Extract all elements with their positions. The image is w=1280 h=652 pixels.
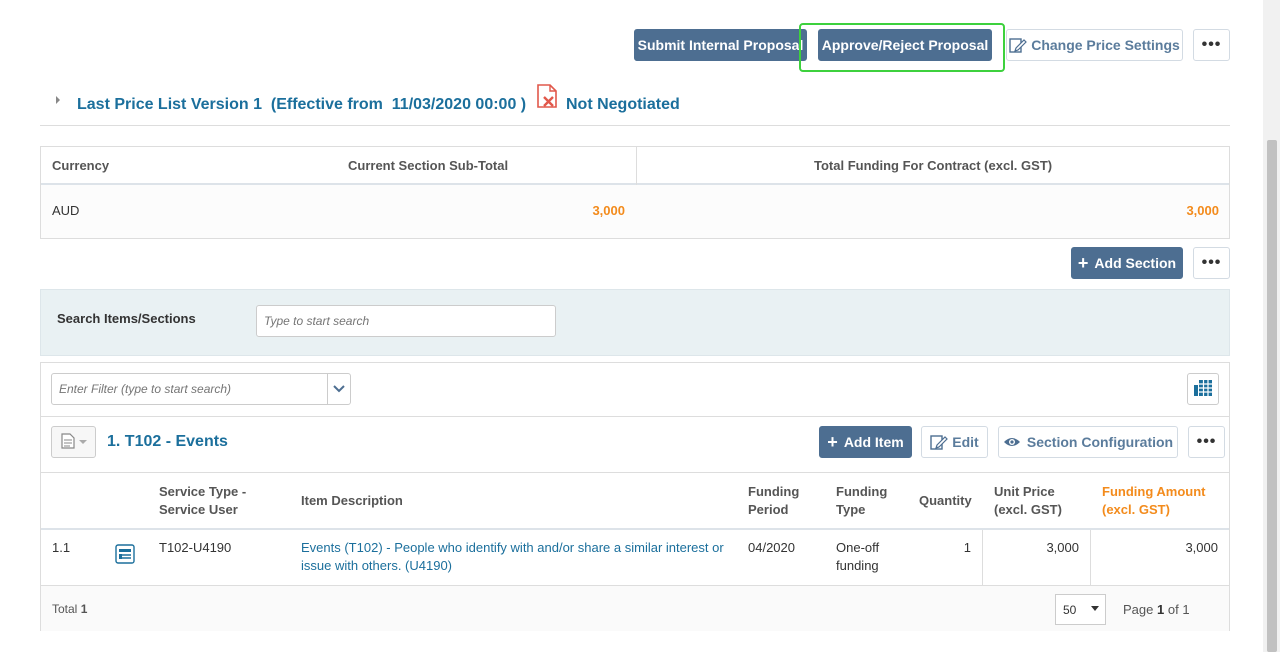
dropdown-arrow-icon	[1091, 606, 1099, 611]
price-list-title[interactable]: Last Price List Version 1 (Effective fro…	[77, 96, 526, 114]
edit-section-button[interactable]: Edit	[921, 426, 988, 458]
add-item-button[interactable]: + Add Item	[819, 426, 912, 458]
funding-amount-header-line2: (excl. GST)	[1102, 502, 1170, 517]
chevron-down-icon[interactable]	[327, 374, 350, 404]
table-footer: Total 1 50 Page 1 of 1	[41, 585, 1229, 631]
unit-price-value: 3,000	[1046, 540, 1079, 555]
section-title: 1. T102 - Events	[107, 433, 228, 450]
row-number: 1.1	[52, 540, 71, 555]
page-of: of 1	[1167, 602, 1190, 617]
funding-period-value: 04/2020	[748, 540, 795, 555]
quantity-header[interactable]: Quantity	[919, 492, 972, 510]
item-description-link[interactable]: Events (T102) - People who identify with…	[301, 539, 724, 575]
funding-amount-value: 3,000	[1185, 540, 1218, 555]
expand-caret-icon[interactable]	[56, 96, 60, 104]
plus-icon: +	[1077, 252, 1089, 273]
page-info: Page 1 of 1	[1123, 602, 1190, 617]
page-scrollbar[interactable]	[1263, 0, 1280, 652]
unit-price-header-line1: Unit Price	[994, 484, 1055, 499]
service-type-header[interactable]: Service Type - Service User	[159, 483, 246, 519]
toolbar-more-button[interactable]: •••	[1193, 29, 1230, 61]
edit-icon	[930, 434, 949, 450]
funding-type-value: One-off funding	[836, 539, 879, 575]
section-header: 1. T102 - Events + Add Item Edit Section…	[41, 416, 1229, 473]
subtotal-header: Current Section Sub-Total	[348, 158, 509, 173]
submit-internal-proposal-button[interactable]: Submit Internal Proposal	[634, 29, 807, 61]
table-grid-icon	[1193, 379, 1213, 400]
item-details-icon[interactable]	[115, 544, 135, 569]
unit-price-header-line2: (excl. GST)	[994, 502, 1062, 517]
highlight-box	[799, 23, 1005, 72]
search-label: Search Items/Sections	[57, 311, 196, 326]
page-size-value: 50	[1063, 602, 1077, 617]
funding-period-header-line2: Period	[748, 502, 789, 517]
item-description-line2: issue with others. (U4190)	[301, 558, 453, 573]
funding-type-header-line1: Funding	[836, 484, 888, 499]
page-prefix: Page	[1123, 602, 1154, 617]
currency-header: Currency	[52, 158, 110, 173]
add-item-label: Add Item	[843, 434, 904, 450]
funding-amount-header[interactable]: Funding Amount (excl. GST)	[1102, 483, 1206, 519]
funding-period-header[interactable]: Funding Period	[748, 483, 799, 519]
unit-price-header[interactable]: Unit Price (excl. GST)	[994, 483, 1062, 519]
scrollbar-thumb[interactable]	[1267, 140, 1277, 652]
section-menu-button[interactable]	[51, 426, 96, 458]
edit-label: Edit	[952, 434, 979, 450]
item-description-line1: Events (T102) - People who identify with…	[301, 540, 724, 555]
funding-amount-header-line1: Funding Amount	[1102, 484, 1206, 499]
total-funding-header: Total Funding For Contract (excl. GST)	[814, 158, 1053, 173]
funding-type-line1: One-off	[836, 540, 880, 555]
total-value: 1	[80, 602, 88, 616]
section-container: 1. T102 - Events + Add Item Edit Section…	[40, 362, 1230, 631]
subtotal-value: 3,000	[592, 203, 625, 218]
filter-input[interactable]	[52, 374, 328, 404]
column-settings-button[interactable]	[1187, 373, 1219, 405]
search-items-input[interactable]	[256, 305, 556, 337]
search-panel: Search Items/Sections	[40, 289, 1230, 356]
change-price-settings-button[interactable]: Change Price Settings	[1006, 29, 1183, 61]
funding-type-header-line2: Type	[836, 502, 866, 517]
summary-table: Currency Current Section Sub-Total Total…	[40, 146, 1230, 239]
section-row-more-button[interactable]: •••	[1188, 426, 1225, 458]
eye-icon	[1003, 436, 1021, 448]
section-configuration-label: Section Configuration	[1026, 434, 1174, 450]
change-price-settings-label: Change Price Settings	[1031, 37, 1180, 53]
items-table-header: Service Type - Service User Item Descrip…	[41, 473, 1229, 530]
total-funding-value: 3,000	[1186, 203, 1219, 218]
funding-type-line2: funding	[836, 558, 879, 573]
currency-value: AUD	[52, 203, 80, 218]
service-code: T102-U4190	[159, 540, 232, 555]
document-icon	[60, 432, 75, 452]
caret-down-icon	[78, 440, 87, 444]
table-row[interactable]: 1.1 T102-U4190 Events (T102) - People wh…	[41, 530, 1229, 585]
negotiation-status: Not Negotiated	[566, 96, 680, 113]
page-size-select[interactable]: 50	[1055, 594, 1106, 625]
section-more-button[interactable]: •••	[1193, 247, 1230, 279]
add-section-button[interactable]: + Add Section	[1071, 247, 1183, 279]
item-description-header[interactable]: Item Description	[301, 492, 403, 510]
funding-period-header-line1: Funding	[748, 484, 800, 499]
quantity-value: 1	[963, 540, 971, 555]
funding-type-header[interactable]: Funding Type	[836, 483, 887, 519]
price-list-header: Last Price List Version 1 (Effective fro…	[40, 84, 1230, 126]
document-rejected-icon	[535, 84, 561, 113]
service-type-header-line1: Service Type -	[159, 484, 247, 499]
add-section-label: Add Section	[1094, 255, 1177, 271]
plus-icon: +	[827, 431, 838, 452]
edit-icon	[1009, 37, 1028, 53]
summary-row: AUD 3,000 3,000	[41, 185, 1229, 238]
filter-dropdown[interactable]	[51, 373, 351, 405]
summary-header-row: Currency Current Section Sub-Total Total…	[41, 147, 1229, 185]
section-configuration-button[interactable]: Section Configuration	[998, 426, 1178, 458]
total-count: Total 1	[52, 602, 87, 616]
page-current: 1	[1157, 602, 1165, 617]
total-label: Total	[52, 602, 78, 616]
service-type-header-line2: Service User	[159, 502, 238, 517]
